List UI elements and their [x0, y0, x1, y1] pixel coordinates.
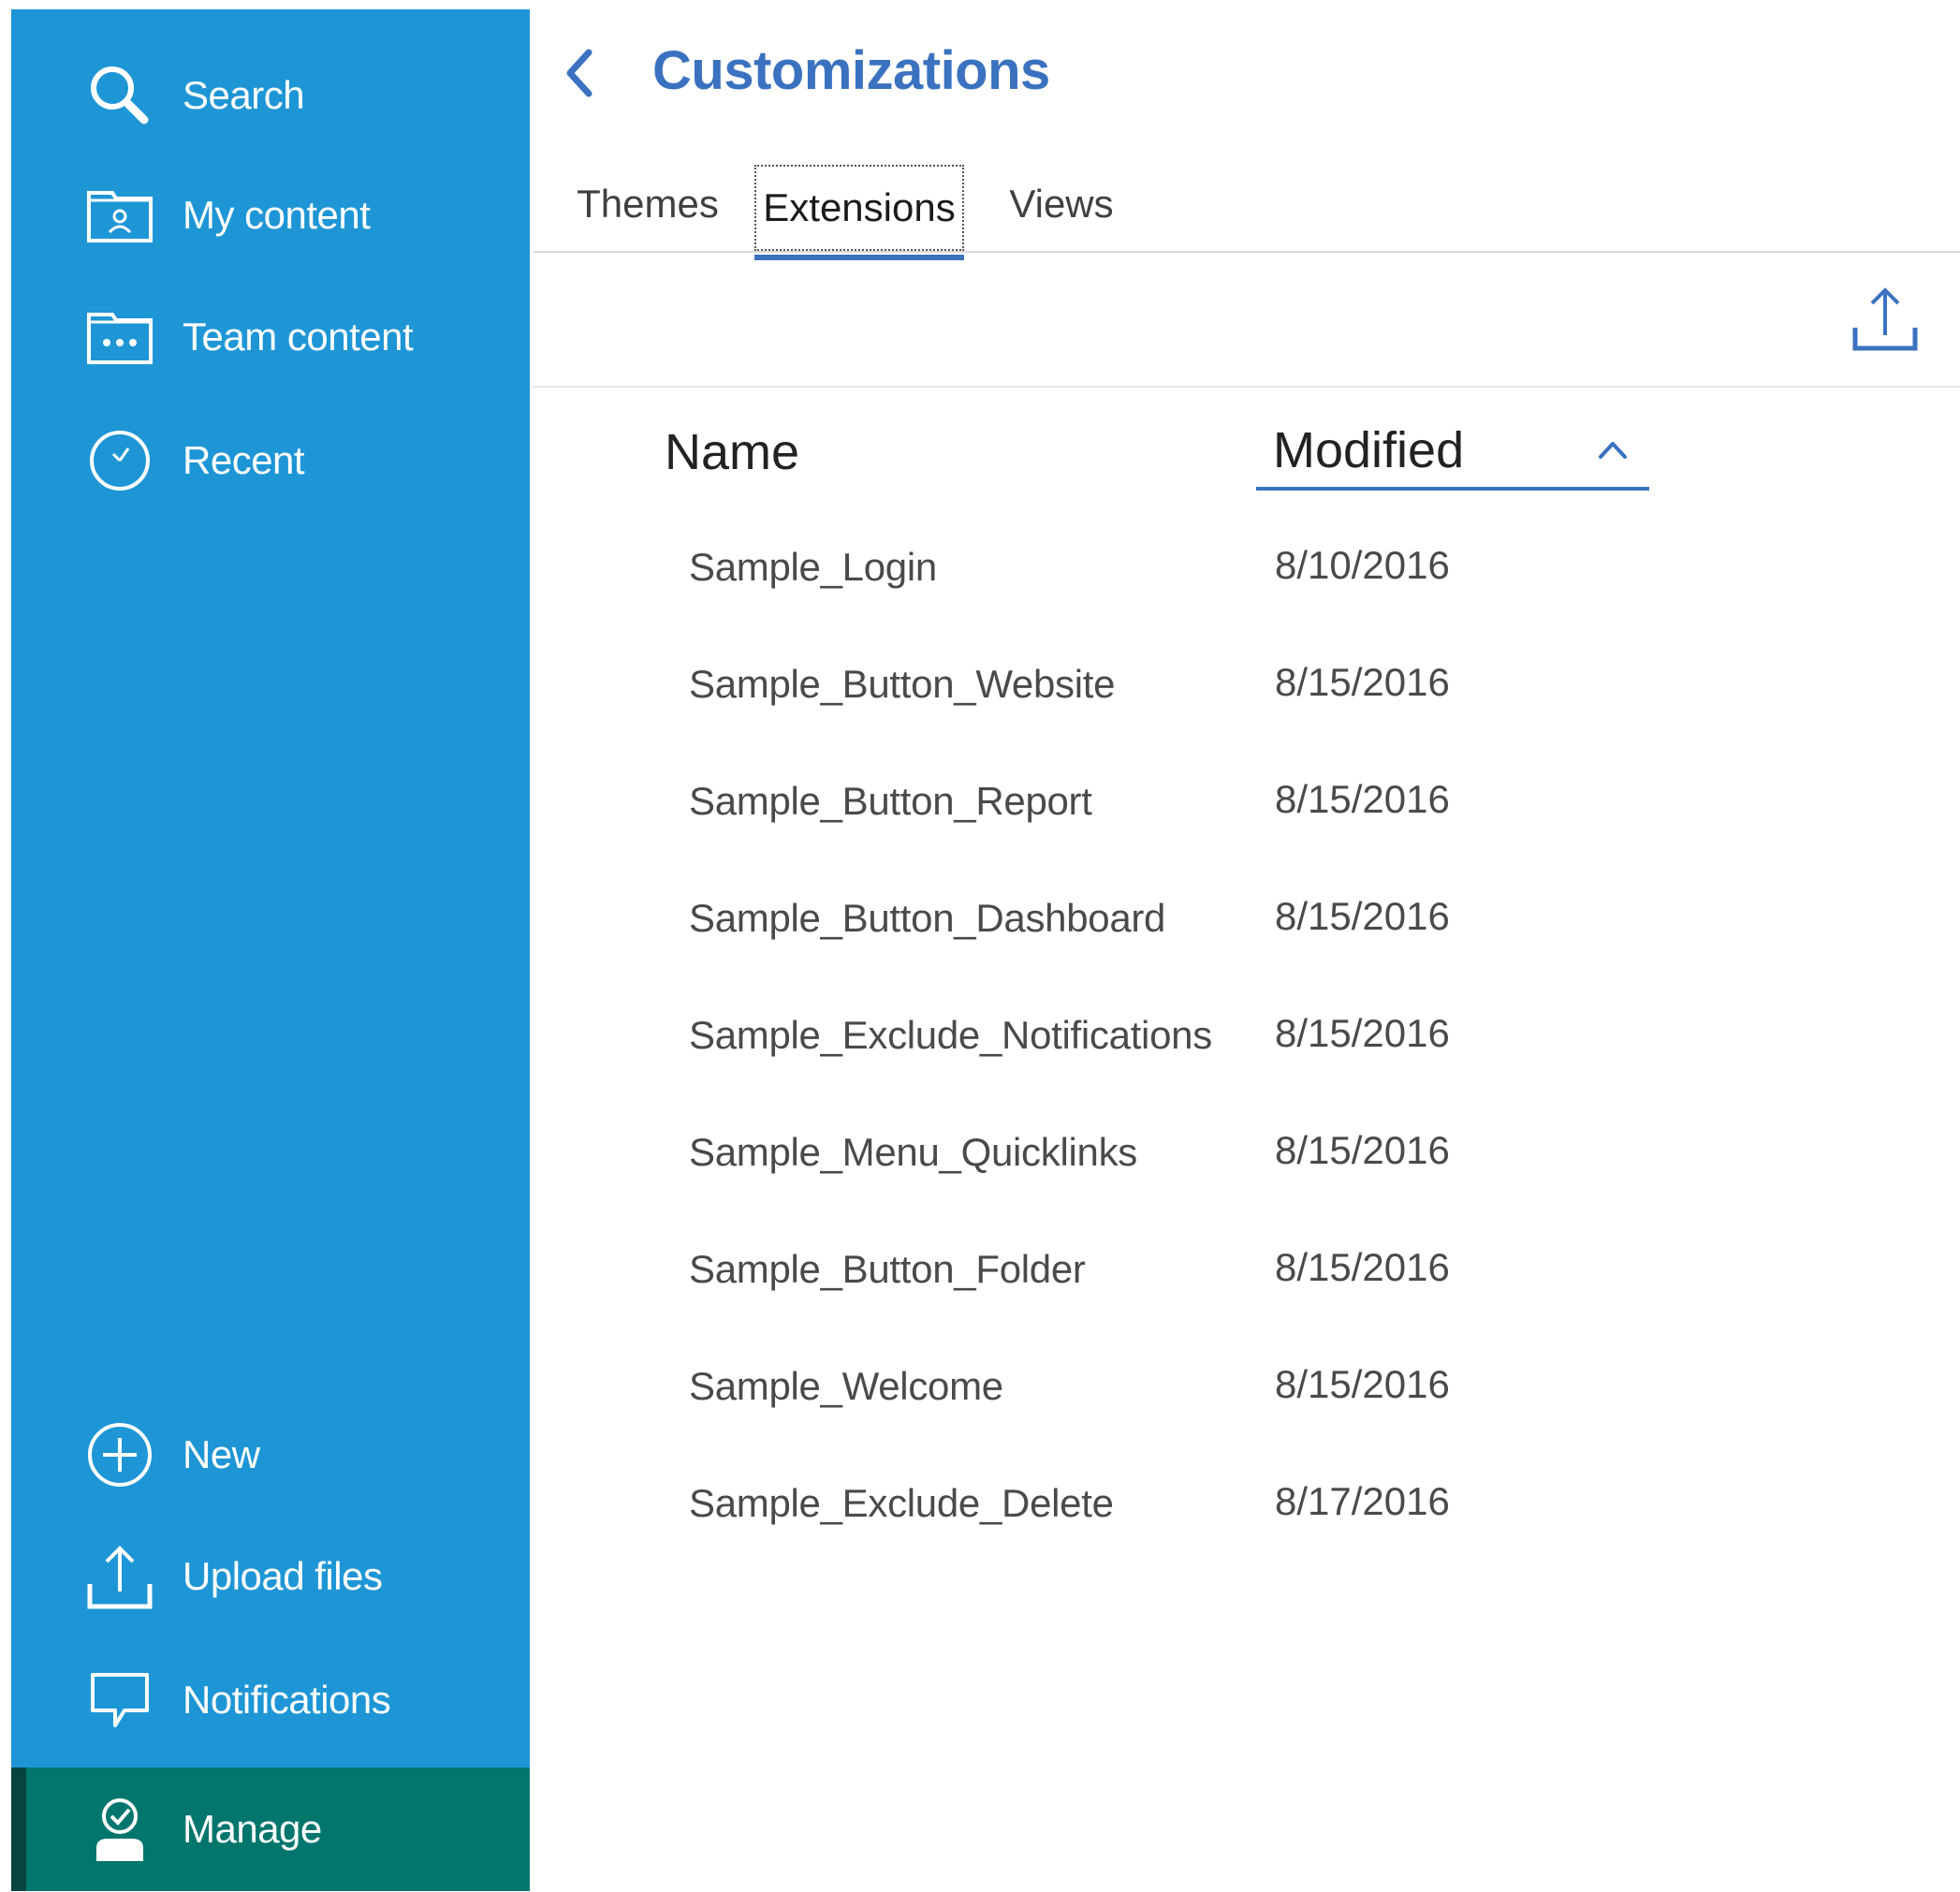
tab-themes[interactable]: Themes	[573, 159, 723, 249]
sidebar-item-label: Notifications	[183, 1678, 391, 1722]
row-name: Sample_Login	[689, 545, 937, 589]
chevron-up-icon	[1597, 438, 1629, 461]
sidebar-item-my-content[interactable]: My content	[11, 159, 530, 271]
my-content-folder-icon	[84, 180, 155, 251]
sidebar: Search My content Team content Recent Ne…	[11, 9, 530, 1891]
table-row[interactable]: Sample_Button_Folder 8/15/2016	[665, 1226, 1694, 1320]
plus-circle-icon	[84, 1419, 155, 1490]
tab-views[interactable]: Views	[996, 159, 1127, 249]
row-name: Sample_Exclude_Notifications	[689, 1013, 1212, 1057]
row-name: Sample_Exclude_Delete	[689, 1481, 1114, 1525]
row-name: Sample_Button_Report	[689, 779, 1092, 823]
sidebar-item-manage[interactable]: Manage	[11, 1767, 530, 1891]
row-modified: 8/15/2016	[1275, 1245, 1450, 1289]
row-modified: 8/15/2016	[1275, 1011, 1450, 1055]
sidebar-item-label: Manage	[183, 1807, 322, 1851]
row-modified: 8/15/2016	[1275, 1128, 1450, 1172]
team-content-folder-icon	[84, 301, 155, 373]
row-name: Sample_Button_Dashboard	[689, 896, 1166, 940]
row-name: Sample_Welcome	[689, 1364, 1003, 1408]
row-modified: 8/15/2016	[1275, 894, 1450, 938]
table-row[interactable]: Sample_Button_Website 8/15/2016	[665, 641, 1694, 735]
row-modified: 8/17/2016	[1275, 1479, 1450, 1523]
column-header-modified[interactable]: Modified	[1256, 418, 1649, 491]
table-row[interactable]: Sample_Button_Dashboard 8/15/2016	[665, 875, 1694, 969]
upload-extension-button[interactable]	[1850, 286, 1921, 358]
row-modified: 8/15/2016	[1275, 1362, 1450, 1406]
column-header-label: Modified	[1273, 422, 1465, 478]
table-row[interactable]: Sample_Exclude_Delete 8/17/2016	[665, 1460, 1694, 1554]
sidebar-item-label: Upload files	[183, 1554, 383, 1598]
sidebar-item-search[interactable]: Search	[11, 39, 530, 152]
sidebar-item-team-content[interactable]: Team content	[11, 281, 530, 393]
table-row[interactable]: Sample_Login 8/10/2016	[665, 524, 1694, 618]
sidebar-item-recent[interactable]: Recent	[11, 404, 530, 517]
upload-icon	[84, 1541, 155, 1612]
row-name: Sample_Button_Folder	[689, 1247, 1086, 1291]
page-title: Customizations	[652, 40, 1050, 101]
table-row[interactable]: Sample_Welcome 8/15/2016	[665, 1343, 1694, 1437]
row-modified: 8/15/2016	[1275, 660, 1450, 704]
sidebar-item-label: Recent	[183, 438, 305, 482]
sidebar-item-label: New	[183, 1432, 260, 1476]
tabs-divider	[534, 251, 1960, 253]
sidebar-item-label: Team content	[183, 315, 414, 359]
column-header-name[interactable]: Name	[665, 423, 799, 481]
sidebar-item-label: My content	[183, 193, 371, 237]
sidebar-item-label: Search	[183, 73, 305, 117]
table-row[interactable]: Sample_Button_Report 8/15/2016	[665, 758, 1694, 852]
tab-bar: Themes Extensions Views	[534, 159, 1960, 260]
manage-user-check-icon	[84, 1794, 155, 1865]
chevron-left-icon	[563, 47, 594, 104]
toolbar-divider	[534, 386, 1960, 388]
sidebar-item-new[interactable]: New	[11, 1399, 530, 1511]
sidebar-item-upload-files[interactable]: Upload files	[11, 1520, 530, 1633]
row-modified: 8/15/2016	[1275, 777, 1450, 821]
row-name: Sample_Menu_Quicklinks	[689, 1130, 1137, 1174]
clock-icon	[84, 425, 155, 496]
row-name: Sample_Button_Website	[689, 662, 1116, 706]
tab-extensions[interactable]: Extensions	[754, 165, 964, 260]
back-button[interactable]	[558, 45, 599, 105]
sidebar-item-notifications[interactable]: Notifications	[11, 1644, 530, 1756]
speech-bubble-icon	[84, 1665, 155, 1736]
row-modified: 8/10/2016	[1275, 543, 1450, 587]
table-row[interactable]: Sample_Menu_Quicklinks 8/15/2016	[665, 1109, 1694, 1203]
upload-icon	[1851, 286, 1919, 359]
table-row[interactable]: Sample_Exclude_Notifications 8/15/2016	[665, 992, 1694, 1086]
search-icon	[84, 60, 155, 131]
